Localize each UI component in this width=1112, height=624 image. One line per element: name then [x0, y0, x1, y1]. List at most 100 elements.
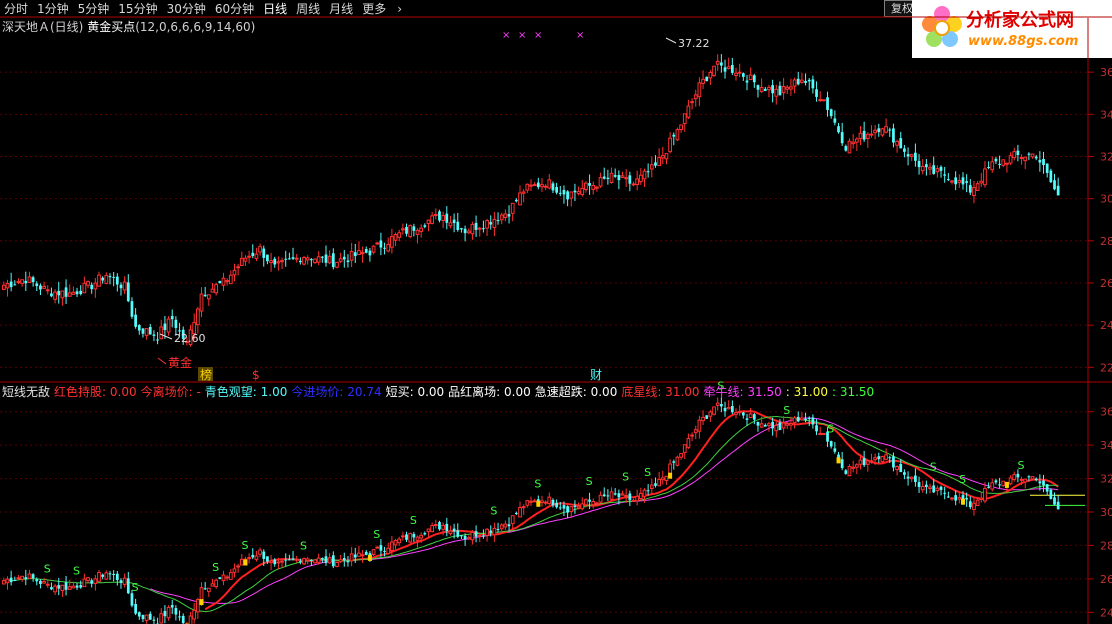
ind-candle-body: [50, 587, 53, 590]
main-candle-body: [965, 181, 969, 183]
main-candle-body: [877, 128, 881, 132]
main-candle-body: [649, 164, 654, 170]
ind-candle-body: [540, 500, 544, 504]
main-candle-body: [408, 225, 413, 238]
main-candle-body: [566, 191, 569, 200]
ind-candle-body: [393, 539, 398, 546]
main-candle-body: [734, 72, 738, 76]
cross-mark: ×: [502, 30, 510, 41]
ind-candle-body: [723, 407, 727, 412]
period-tab-0[interactable]: 分时: [4, 0, 28, 17]
main-candle-body: [903, 148, 906, 152]
main-candle-body: [935, 168, 940, 173]
ind-candle-body: [1042, 480, 1045, 486]
main-candle-body: [821, 99, 826, 102]
ind-candle-body: [489, 530, 493, 533]
ind-candle-body: [284, 559, 288, 561]
ind-candle-body: [342, 558, 346, 561]
main-candle-body: [130, 301, 134, 317]
ind-candle-body: [5, 578, 10, 584]
main-candle-body: [448, 222, 453, 227]
buy-bar: [243, 559, 248, 566]
ind-candle-body: [477, 534, 482, 537]
main-candle-body: [112, 276, 116, 278]
ind-candle-body: [104, 572, 109, 580]
main-candle-body: [185, 340, 189, 343]
main-tick-label: 32: [1100, 151, 1112, 164]
ind-candle-body: [364, 551, 368, 555]
main-candle-body: [368, 250, 372, 256]
chevron-right-icon[interactable]: ›: [397, 2, 402, 16]
ind-candle-body: [203, 588, 207, 590]
main-candle-body: [943, 174, 947, 176]
ind-candle-body: [675, 456, 680, 466]
ind-candle-body: [865, 460, 870, 465]
ind-candle-body: [778, 422, 782, 431]
ind-candle-body: [771, 421, 774, 429]
ind-candle-body: [305, 558, 310, 562]
ind-candle-body: [514, 512, 518, 515]
main-candle-body: [97, 274, 101, 287]
period-tab-4[interactable]: 30分钟: [167, 0, 206, 17]
main-candle-body: [71, 291, 76, 295]
main-candle-body: [847, 140, 852, 154]
main-candle-body: [331, 253, 335, 268]
main-candle-body: [1030, 153, 1035, 158]
main-candle-body: [423, 225, 427, 227]
ind-candle-body: [485, 528, 489, 536]
main-candle-body: [327, 255, 332, 264]
main-candle-body: [115, 276, 119, 285]
ind-candle-body: [24, 577, 28, 580]
main-candle-body: [273, 258, 277, 265]
buy-bar: [836, 457, 841, 464]
main-candle-body: [580, 187, 585, 195]
ind-candle-body: [547, 496, 552, 505]
ind-candle-body: [631, 499, 636, 502]
period-tab-1[interactable]: 1分钟: [37, 0, 69, 17]
ind-candle-body: [638, 492, 643, 499]
ind-candle-body: [892, 456, 895, 468]
main-grid: [0, 16, 1112, 383]
main-candle-body: [357, 250, 361, 256]
main-candle-body: [243, 257, 248, 262]
ind-candle-body: [199, 587, 204, 602]
ind-candle-body: [994, 480, 998, 483]
main-candle-body: [430, 215, 435, 224]
period-tab-3[interactable]: 15分钟: [118, 0, 157, 17]
ind-candle-body: [1012, 474, 1017, 480]
period-tab-6[interactable]: 日线: [263, 0, 287, 17]
ind-candle-body: [932, 485, 936, 493]
period-tab-7[interactable]: 周线: [296, 0, 320, 17]
main-candle-body: [693, 94, 698, 100]
main-candle-body: [236, 266, 241, 269]
legend-item-5: 品红离场: 0.00: [448, 385, 531, 399]
signal-s: S: [622, 470, 629, 483]
main-candle-body: [631, 183, 636, 186]
ind-candle-body: [920, 485, 925, 491]
period-tab-9[interactable]: 更多: [362, 0, 386, 17]
main-candle-body: [75, 291, 79, 295]
ind-candle-body: [375, 546, 380, 549]
main-candle-body: [346, 260, 350, 263]
main-candle-body: [602, 176, 606, 179]
main-candle-body: [24, 280, 28, 284]
buy-bar: [536, 500, 541, 507]
buy-bar: [199, 599, 204, 606]
period-tab-8[interactable]: 月线: [329, 0, 353, 17]
kline-chart[interactable]: 37.2222.60黄金榜 $ 财× × × × S SSSS SSSSS S S SSSSSSS …: [0, 0, 1112, 624]
main-candle-body: [654, 162, 657, 166]
main-candle-body: [730, 64, 734, 73]
main-candle-body: [909, 154, 914, 158]
period-tab-2[interactable]: 5分钟: [78, 0, 110, 17]
main-candle-body: [482, 228, 485, 230]
ind-candle-body: [221, 574, 226, 582]
main-candle-body: [968, 185, 972, 193]
ind-candle-body: [837, 454, 840, 460]
main-candle-body: [1012, 151, 1017, 159]
signal-s: S: [212, 561, 219, 574]
ind-candle-body: [86, 577, 90, 582]
ind-candle-body: [873, 457, 877, 461]
period-tab-5[interactable]: 60分钟: [215, 0, 254, 17]
main-candle-body: [532, 184, 537, 187]
ind-candle-body: [181, 615, 185, 624]
